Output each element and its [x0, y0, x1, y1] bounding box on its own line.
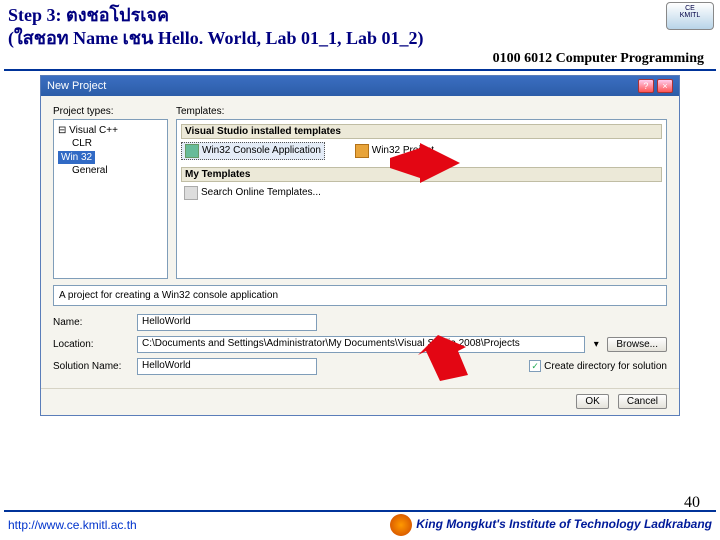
- tree-general[interactable]: General: [58, 164, 163, 178]
- location-label: Location:: [53, 339, 131, 350]
- course-code: 0100 6012 Computer Programming: [8, 51, 712, 67]
- console-app-icon: [185, 144, 199, 158]
- template-win32-console[interactable]: Win32 Console Application: [181, 142, 325, 160]
- dialog-titlebar[interactable]: New Project ? ×: [41, 76, 679, 96]
- step-subtitle: (ใสชอท Name เชน Hello. World, Lab 01_1, …: [8, 27, 712, 50]
- slide-header: Step 3: ตงชอโปรเจค (ใสชอท Name เชน Hello…: [0, 0, 720, 67]
- close-icon[interactable]: ×: [657, 79, 673, 93]
- templates-label: Templates:: [176, 106, 667, 117]
- footer-institution: King Mongkut's Institute of Technology L…: [416, 517, 712, 531]
- project-form: Name: HelloWorld Location: C:\Documents …: [53, 314, 667, 375]
- browse-button[interactable]: Browse...: [607, 337, 667, 352]
- templates-section-installed: Visual Studio installed templates: [181, 124, 662, 139]
- footer-divider: [4, 510, 716, 512]
- header-divider: [4, 69, 716, 71]
- dropdown-icon[interactable]: ▾: [591, 339, 601, 350]
- location-field[interactable]: C:\Documents and Settings\Administrator\…: [137, 336, 585, 353]
- name-field[interactable]: HelloWorld: [137, 314, 317, 331]
- cancel-button[interactable]: Cancel: [618, 394, 667, 409]
- ce-kmitl-logo: CEKMITL: [666, 2, 714, 30]
- name-label: Name:: [53, 317, 131, 328]
- template-search-online[interactable]: Search Online Templates...: [181, 185, 324, 201]
- ok-button[interactable]: OK: [576, 394, 608, 409]
- checkbox-icon: ✓: [529, 360, 541, 372]
- tree-win32[interactable]: Win 32: [58, 151, 95, 165]
- project-icon: [355, 144, 369, 158]
- solution-name-label: Solution Name:: [53, 361, 131, 372]
- create-directory-checkbox[interactable]: ✓ Create directory for solution: [529, 360, 667, 372]
- search-icon: [184, 186, 198, 200]
- dialog-title: New Project: [47, 80, 106, 92]
- project-types-label: Project types:: [53, 106, 168, 117]
- titlebar-buttons: ? ×: [638, 79, 673, 93]
- footer-url: http://www.ce.kmitl.ac.th: [8, 518, 137, 532]
- slide-footer: http://www.ce.kmitl.ac.th King Mongkut's…: [0, 510, 720, 540]
- step-title: Step 3: ตงชอโปรเจค: [8, 4, 712, 27]
- solution-name-field[interactable]: HelloWorld: [137, 358, 317, 375]
- kmitl-logo-icon: [390, 514, 412, 536]
- help-icon[interactable]: ?: [638, 79, 654, 93]
- new-project-dialog: New Project ? × Project types: Visual C+…: [40, 75, 680, 416]
- tree-root-vcpp[interactable]: Visual C++: [58, 124, 163, 138]
- project-types-tree[interactable]: Visual C++ CLR Win 32 General: [53, 119, 168, 279]
- tree-clr[interactable]: CLR: [58, 137, 163, 151]
- template-description: A project for creating a Win32 console a…: [53, 285, 667, 306]
